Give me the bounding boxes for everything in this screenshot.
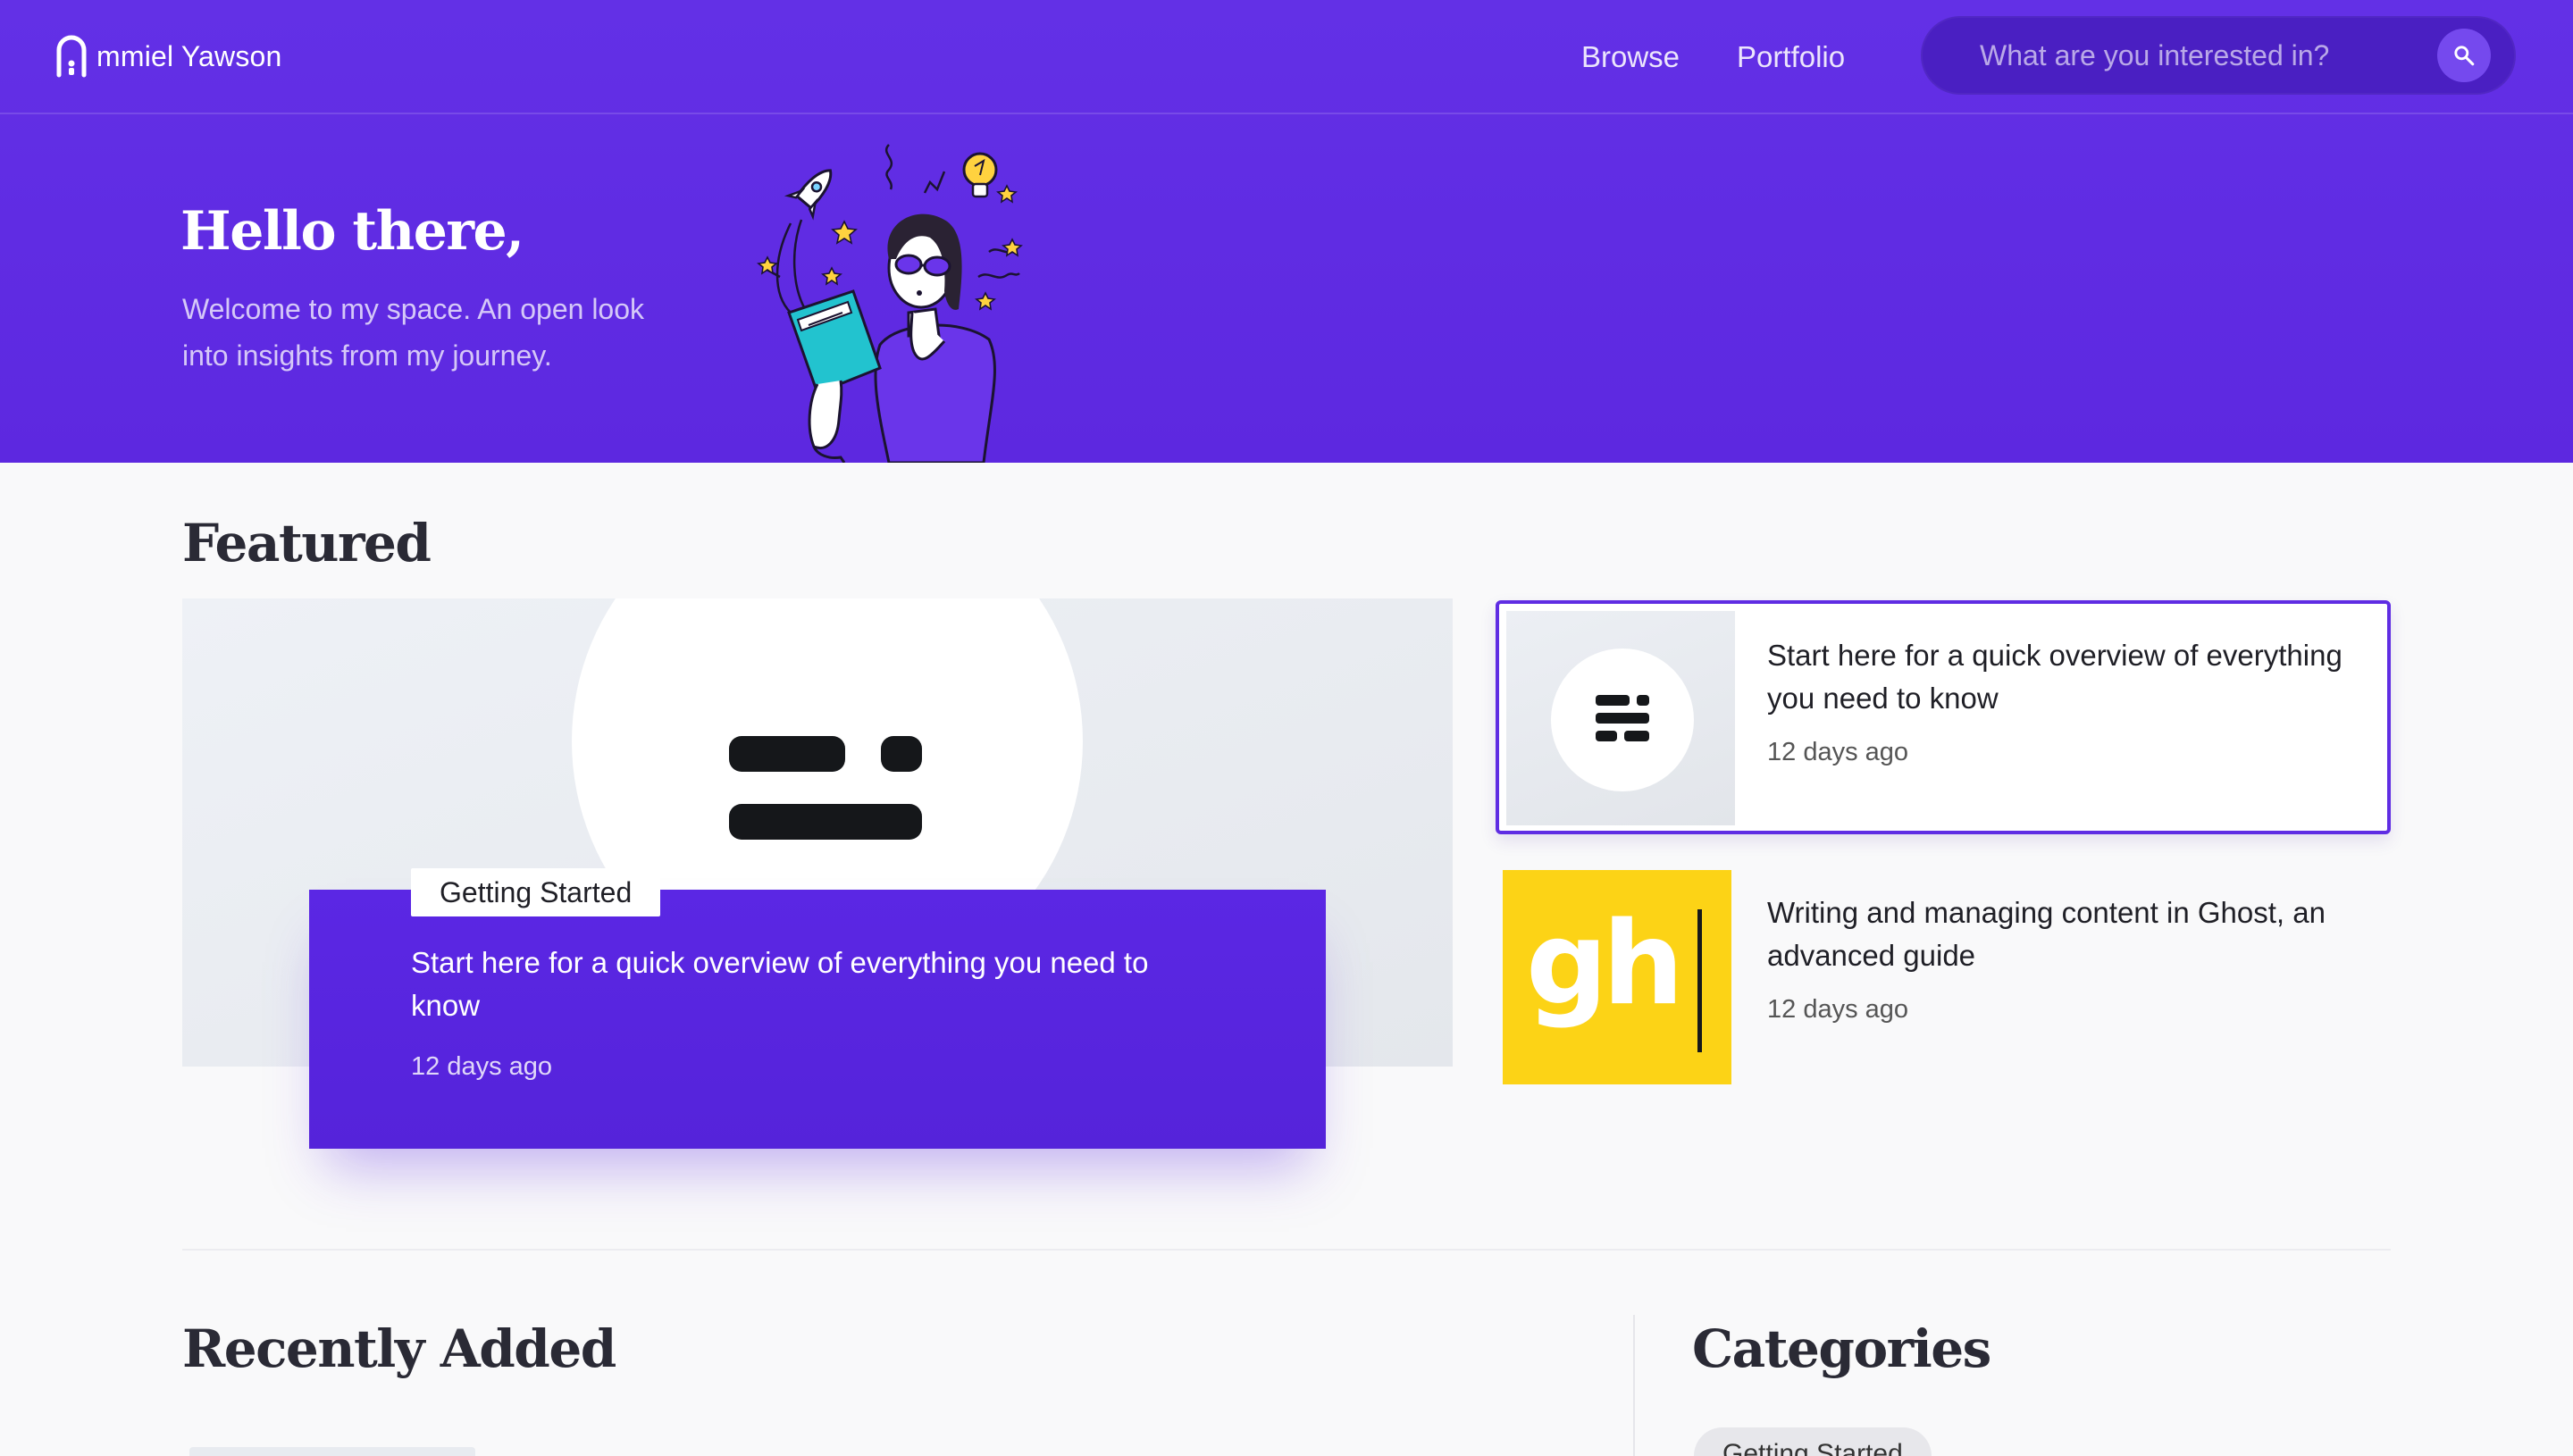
search-bar <box>1921 16 2516 95</box>
gh-logo-icon: gh <box>1503 870 1731 1084</box>
search-icon <box>2454 46 2475 66</box>
featured-main-tag[interactable]: Getting Started <box>411 868 661 916</box>
featured-side-item[interactable]: Start here for a quick overview of every… <box>1496 600 2391 834</box>
ghost-logo-icon <box>1596 695 1649 741</box>
featured-main-title[interactable]: Start here for a quick overview of every… <box>411 941 1215 1027</box>
featured-side-item[interactable]: gh Writing and managing content in Ghost… <box>1496 861 2391 1095</box>
featured-heading: Featured <box>182 513 432 573</box>
nav-link-portfolio[interactable]: Portfolio <box>1737 36 1845 79</box>
ghost-logo-icon <box>729 736 922 840</box>
categories-heading: Categories <box>1692 1318 1991 1379</box>
featured-side-thumb <box>1506 611 1735 825</box>
featured-main-date: 12 days ago <box>411 1052 553 1081</box>
recently-added-heading: Recently Added <box>182 1318 616 1379</box>
column-divider <box>1633 1315 1635 1456</box>
recent-post-thumb[interactable] <box>189 1447 475 1456</box>
featured-main-card[interactable]: Start here for a quick overview of every… <box>309 890 1326 1149</box>
brand-name: mmiel Yawson <box>96 39 282 72</box>
nav-link-browse[interactable]: Browse <box>1581 36 1680 79</box>
featured-side-title[interactable]: Writing and managing content in Ghost, a… <box>1767 891 2375 977</box>
main-nav: Browse Portfolio <box>1581 36 1845 79</box>
hero-section: mmiel Yawson Browse Portfolio Hello ther… <box>0 0 2573 463</box>
brand-logo-link[interactable]: mmiel Yawson <box>55 34 282 79</box>
reading-person-illustration <box>757 144 1023 463</box>
top-navbar: mmiel Yawson Browse Portfolio <box>0 0 2573 114</box>
search-input[interactable] <box>1980 34 2409 77</box>
hero-title: Hello there, <box>180 200 524 263</box>
category-pill[interactable]: Getting Started <box>1694 1427 1932 1456</box>
brand-logo-icon <box>56 35 87 78</box>
featured-side-title[interactable]: Start here for a quick overview of every… <box>1767 634 2375 720</box>
search-button[interactable] <box>2437 29 2491 82</box>
featured-side-date: 12 days ago <box>1767 738 1909 766</box>
section-divider <box>182 1249 2391 1251</box>
gh-logo-text: gh <box>1526 898 1684 1031</box>
hero-subtitle: Welcome to my space. An open look into i… <box>182 293 645 372</box>
featured-side-date: 12 days ago <box>1767 995 1909 1024</box>
cursor-bar <box>1697 909 1702 1052</box>
